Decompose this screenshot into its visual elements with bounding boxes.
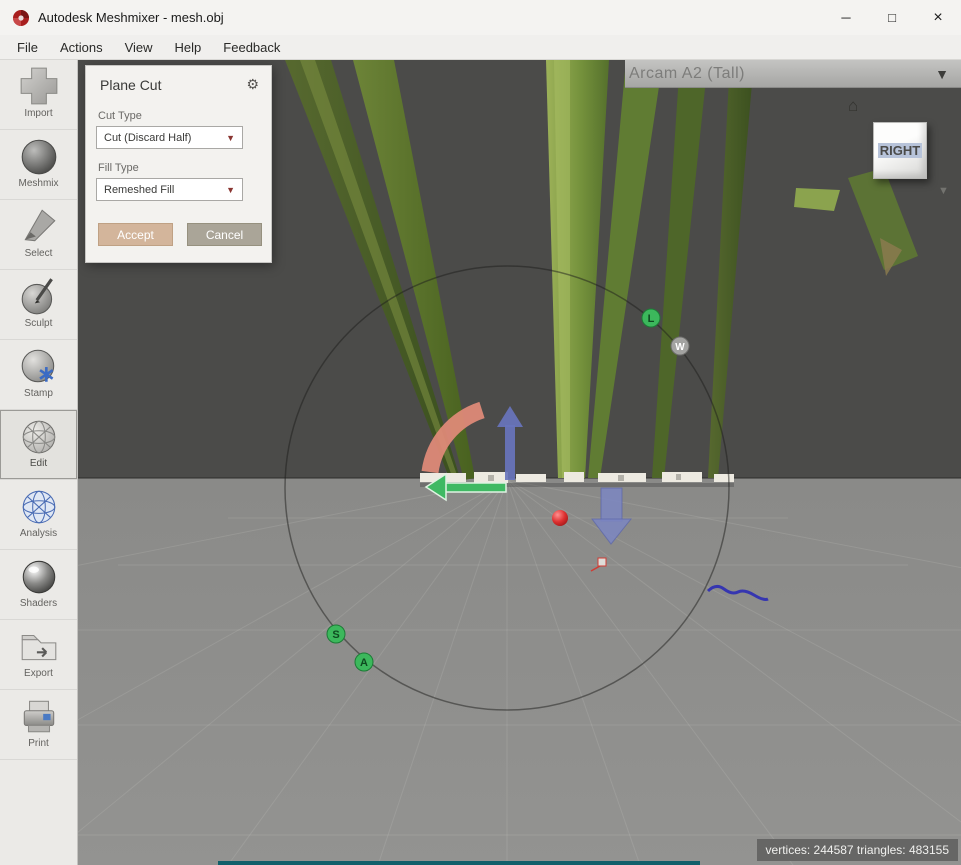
edit-icon [18,415,60,457]
sidebar-item-sculpt[interactable]: Sculpt [0,270,77,340]
handle-letter: S [332,629,339,641]
fill-type-dropdown[interactable]: Remeshed Fill ▼ [96,178,243,201]
close-button[interactable]: × [915,0,961,35]
window-controls: ─ □ × [823,0,961,35]
sidebar-label: Import [24,108,53,119]
import-icon [18,65,60,107]
titlebar: Autodesk Meshmixer - mesh.obj ─ □ × [0,0,961,35]
analysis-icon [18,485,60,527]
gizmo-handle-w[interactable]: W [670,336,690,356]
export-icon [18,625,60,667]
menu-feedback[interactable]: Feedback [212,37,291,58]
viewport[interactable]: L W S A Arcam A2 (Tall) ▼ ⌂ RIGHT ▼ Plan… [78,60,961,865]
maximize-button[interactable]: □ [869,0,915,35]
menu-actions[interactable]: Actions [49,37,114,58]
view-cube[interactable]: RIGHT [873,122,927,179]
plane-cut-panel: Plane Cut ⚙ Cut Type Cut (Discard Half) … [85,65,272,263]
menubar: File Actions View Help Feedback [0,35,961,60]
accept-button[interactable]: Accept [98,223,173,246]
meshmix-icon [18,135,60,177]
select-icon [18,205,60,247]
gizmo-pivot-sphere[interactable] [552,510,568,526]
gizmo-handle-s[interactable]: S [326,624,346,644]
mesh-stats: vertices: 244587 triangles: 483155 [756,839,958,861]
shaders-icon [18,555,60,597]
sidebar-item-meshmix[interactable]: Meshmix [0,130,77,200]
panel-buttons: Accept Cancel [98,223,271,246]
stamp-icon [18,345,60,387]
sidebar-label: Print [28,738,49,749]
toolbar-sidebar: Import Meshmix Select Sculpt Stamp Edit … [0,60,78,865]
handle-letter: L [648,313,655,325]
print-icon [18,695,60,737]
sidebar-label: Analysis [19,528,58,539]
sculpt-icon [18,275,60,317]
home-icon[interactable]: ⌂ [848,96,858,116]
view-cube-face-label: RIGHT [877,143,923,158]
sidebar-item-select[interactable]: Select [0,200,77,270]
sidebar-item-stamp[interactable]: Stamp [0,340,77,410]
menu-help[interactable]: Help [164,37,213,58]
chevron-down-icon: ▼ [226,132,235,143]
chevron-down-icon: ▼ [226,184,235,195]
gizmo-handle-a[interactable]: A [354,652,374,672]
gear-icon[interactable]: ⚙ [246,76,259,93]
handle-letter: W [675,342,685,353]
cut-type-label: Cut Type [98,110,142,122]
sidebar-label: Shaders [19,598,58,609]
sidebar-item-edit[interactable]: Edit [0,410,77,480]
cancel-button[interactable]: Cancel [187,223,262,246]
sidebar-label: Meshmix [18,178,59,189]
panel-title: Plane Cut [100,76,162,93]
sidebar-label: Edit [29,458,48,469]
ground-plane [78,478,961,865]
sidebar-item-shaders[interactable]: Shaders [0,550,77,620]
menu-file[interactable]: File [6,37,49,58]
main-area: Import Meshmix Select Sculpt Stamp Edit … [0,60,961,865]
printer-dropdown[interactable]: Arcam A2 (Tall) ▼ [625,60,961,88]
chevron-down-icon: ▼ [935,65,949,82]
view-cube-menu-icon[interactable]: ▼ [938,185,949,197]
cut-type-value: Cut (Discard Half) [104,131,192,144]
printer-value: Arcam A2 (Tall) [629,64,745,82]
menu-view[interactable]: View [114,37,164,58]
sidebar-item-analysis[interactable]: Analysis [0,480,77,550]
handle-letter: A [360,657,368,669]
sidebar-label: Stamp [24,388,53,399]
panel-header: Plane Cut ⚙ [86,66,271,97]
sidebar-label: Sculpt [24,318,53,329]
cut-type-dropdown[interactable]: Cut (Discard Half) ▼ [96,126,243,149]
sidebar-item-print[interactable]: Print [0,690,77,760]
sidebar-label: Select [24,248,53,259]
sidebar-label: Export [24,668,53,679]
fill-type-value: Remeshed Fill [104,183,175,196]
bottom-accent-bar [218,861,700,865]
sidebar-item-import[interactable]: Import [0,60,77,130]
gizmo-handle-l[interactable]: L [641,308,661,328]
sidebar-item-export[interactable]: Export [0,620,77,690]
window-title: Autodesk Meshmixer - mesh.obj [38,10,224,25]
meshmixer-logo-icon [13,9,29,26]
fill-type-label: Fill Type [98,162,139,174]
minimize-button[interactable]: ─ [823,0,869,35]
